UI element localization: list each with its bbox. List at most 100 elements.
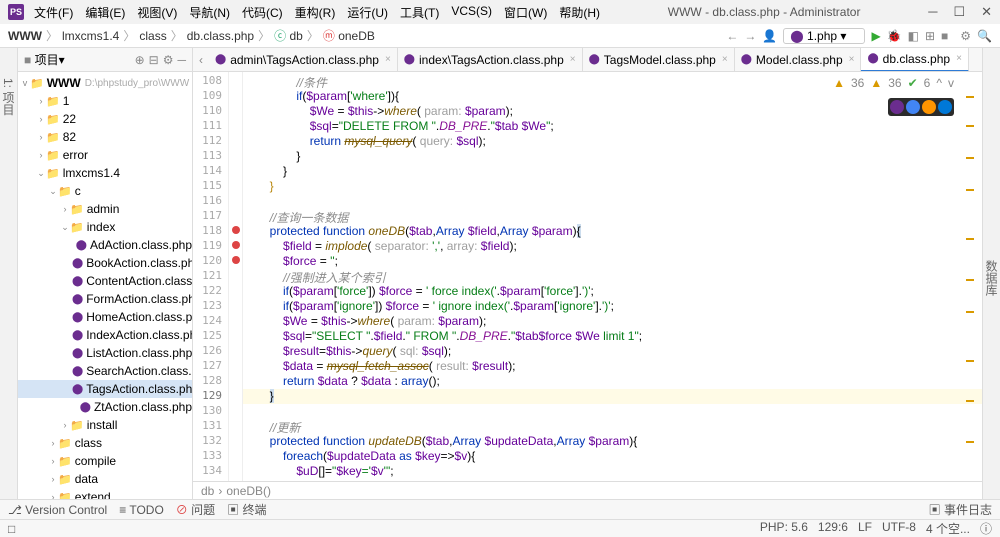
tab-prev[interactable]: ‹ xyxy=(193,53,209,67)
stop-icon[interactable]: ■ xyxy=(941,29,948,43)
code-breadcrumb[interactable]: db›oneDB() xyxy=(193,481,982,499)
debug-icon[interactable]: 🐞 xyxy=(887,29,902,43)
tree-node[interactable]: ⌄📁lmxcms1.4 xyxy=(18,164,192,182)
project-tree[interactable]: ■ 项目 ▾ ⊕ ⊟ ⚙ ─ v📁WWWD:\phpstudy_pro\WWW … xyxy=(18,48,193,499)
breadcrumb-item[interactable]: WWW xyxy=(8,29,42,43)
line-separator[interactable]: LF xyxy=(858,520,872,537)
collapse-icon[interactable]: ⊟ xyxy=(149,53,159,67)
menu-item[interactable]: 视图(V) xyxy=(137,4,177,21)
close-tab-icon[interactable]: × xyxy=(956,53,962,64)
tree-node[interactable]: ⬤FormAction.class.php xyxy=(18,290,192,308)
coverage-icon[interactable]: ◧ xyxy=(908,29,919,43)
inspection-stats[interactable]: ▲36 ▲36 ✔6 ^v xyxy=(833,76,954,90)
breadcrumb-item[interactable]: ⓜ oneDB xyxy=(323,27,375,44)
problems-tool[interactable]: ⊘ 问题 xyxy=(176,501,215,518)
menu-item[interactable]: 重构(R) xyxy=(295,4,336,21)
tree-node[interactable]: ⬤TagsAction.class.php xyxy=(18,380,192,398)
firefox-icon[interactable] xyxy=(922,100,936,114)
close-tab-icon[interactable]: × xyxy=(722,54,728,65)
chrome-icon[interactable] xyxy=(906,100,920,114)
mem-indicator[interactable]: ⓘ xyxy=(980,520,992,537)
maximize-icon[interactable]: ☐ xyxy=(953,4,965,20)
version-control-tool[interactable]: ⎇ Version Control xyxy=(8,503,107,517)
menu-item[interactable]: 窗口(W) xyxy=(504,4,547,21)
tree-node[interactable]: ›📁error xyxy=(18,146,192,164)
menu-item[interactable]: 帮助(H) xyxy=(559,4,600,21)
database-tool[interactable]: 数据库 xyxy=(982,48,1000,499)
tree-node[interactable]: ⬤BookAction.class.php xyxy=(18,254,192,272)
error-stripe[interactable] xyxy=(966,76,976,481)
tree-node[interactable]: ›📁data xyxy=(18,470,192,488)
menu-item[interactable]: 编辑(E) xyxy=(85,4,125,21)
php-version[interactable]: PHP: 5.6 xyxy=(760,520,808,537)
event-log-tool[interactable]: ▣ 事件日志 xyxy=(929,501,992,518)
tree-node[interactable]: ⬤SearchAction.class.php xyxy=(18,362,192,380)
tree-node[interactable]: ⬤ContentAction.class.php xyxy=(18,272,192,290)
select-opened-icon[interactable]: ⊕ xyxy=(135,53,145,67)
close-icon[interactable]: ✕ xyxy=(981,4,992,20)
settings-icon[interactable]: ⚙ xyxy=(960,29,971,43)
menu-item[interactable]: 运行(U) xyxy=(347,4,388,21)
run-icon[interactable]: ▶ xyxy=(871,29,880,43)
menu-item[interactable]: 文件(F) xyxy=(34,4,73,21)
navigate-back-icon[interactable]: ← xyxy=(726,29,738,43)
tree-root[interactable]: v📁WWWD:\phpstudy_pro\WWW xyxy=(18,74,192,92)
tree-node[interactable]: ›📁extend xyxy=(18,488,192,499)
user-icon[interactable]: 👤 xyxy=(762,29,777,43)
search-icon[interactable]: 🔍 xyxy=(977,29,992,43)
close-tab-icon[interactable]: × xyxy=(570,54,576,65)
breadcrumb-item[interactable]: db.class.php xyxy=(187,29,254,43)
tree-node[interactable]: ›📁compile xyxy=(18,452,192,470)
main-menu[interactable]: 文件(F) 编辑(E) 视图(V) 导航(N) 代码(C) 重构(R) 运行(U) 工具(T)… xyxy=(34,4,600,21)
navigate-fwd-icon[interactable]: → xyxy=(744,29,756,43)
tree-node[interactable]: ›📁class xyxy=(18,434,192,452)
hide-icon[interactable]: ─ xyxy=(177,53,186,67)
phpstorm-icon[interactable] xyxy=(890,100,904,114)
browser-icons[interactable] xyxy=(888,98,954,116)
tree-node[interactable]: ›📁install xyxy=(18,416,192,434)
file-encoding[interactable]: UTF-8 xyxy=(882,520,916,537)
code-area[interactable]: //条件 if($param['where']){ $We = $this->w… xyxy=(243,72,982,481)
editor-tab[interactable]: ⬤TagsModel.class.php× xyxy=(583,48,735,72)
tree-node[interactable]: ⬤ListAction.class.php xyxy=(18,344,192,362)
editor-tab[interactable]: ⬤admin\TagsAction.class.php× xyxy=(209,48,398,72)
tree-node[interactable]: ⬤ZtAction.class.php xyxy=(18,398,192,416)
tree-node[interactable]: ⬤IndexAction.class.php xyxy=(18,326,192,344)
tree-node[interactable]: ⌄📁index xyxy=(18,218,192,236)
tree-node[interactable]: ›📁82 xyxy=(18,128,192,146)
terminal-tool[interactable]: ▣ 终端 xyxy=(227,501,266,518)
tree-node[interactable]: ›📁1 xyxy=(18,92,192,110)
profile-icon[interactable]: ⊞ xyxy=(925,29,935,43)
breadcrumb-item[interactable]: ⓒ db xyxy=(274,27,303,44)
edge-icon[interactable] xyxy=(938,100,952,114)
close-tab-icon[interactable]: × xyxy=(385,54,391,65)
project-tool[interactable]: 1: 项目 xyxy=(0,78,17,499)
close-tab-icon[interactable]: × xyxy=(849,54,855,65)
breadcrumb-item[interactable]: class xyxy=(139,29,166,43)
tree-settings-icon[interactable]: ⚙ xyxy=(163,53,174,67)
todo-tool[interactable]: ≡ TODO xyxy=(119,503,164,517)
line-gutter[interactable]: 1081091101111121131141151161171181191201… xyxy=(193,72,229,481)
tree-node[interactable]: ›📁22 xyxy=(18,110,192,128)
breakpoint-margin[interactable] xyxy=(229,72,243,481)
minimize-icon[interactable]: ─ xyxy=(928,4,937,20)
tree-node[interactable]: ›📁admin xyxy=(18,200,192,218)
menu-item[interactable]: 导航(N) xyxy=(189,4,230,21)
breadcrumb[interactable]: WWW〉lmxcms1.4〉class〉db.class.php〉ⓒ db〉ⓜ … xyxy=(8,27,375,44)
menu-item[interactable]: 代码(C) xyxy=(242,4,283,21)
menu-item[interactable]: VCS(S) xyxy=(451,4,492,21)
editor-tab[interactable]: ⬤index\TagsAction.class.php× xyxy=(398,48,583,72)
menu-item[interactable]: 工具(T) xyxy=(400,4,439,21)
window-title: WWW - db.class.php - Administrator xyxy=(600,5,928,19)
indent-info[interactable]: 4 个空... xyxy=(926,520,970,537)
tree-node[interactable]: ⬤AdAction.class.php xyxy=(18,236,192,254)
run-config-select[interactable]: ⬤ 1.php ▾ xyxy=(783,28,865,44)
breadcrumb-item[interactable]: lmxcms1.4 xyxy=(62,29,119,43)
tree-node[interactable]: ⌄📁c xyxy=(18,182,192,200)
editor-tabs[interactable]: ‹⬤admin\TagsAction.class.php×⬤index\Tags… xyxy=(193,48,982,72)
app-logo: PS xyxy=(8,4,24,20)
editor-tab[interactable]: ⬤db.class.php× xyxy=(861,48,968,72)
tree-node[interactable]: ⬤HomeAction.class.php xyxy=(18,308,192,326)
caret-position[interactable]: 129:6 xyxy=(818,520,848,537)
editor-tab[interactable]: ⬤Model.class.php× xyxy=(735,48,862,72)
